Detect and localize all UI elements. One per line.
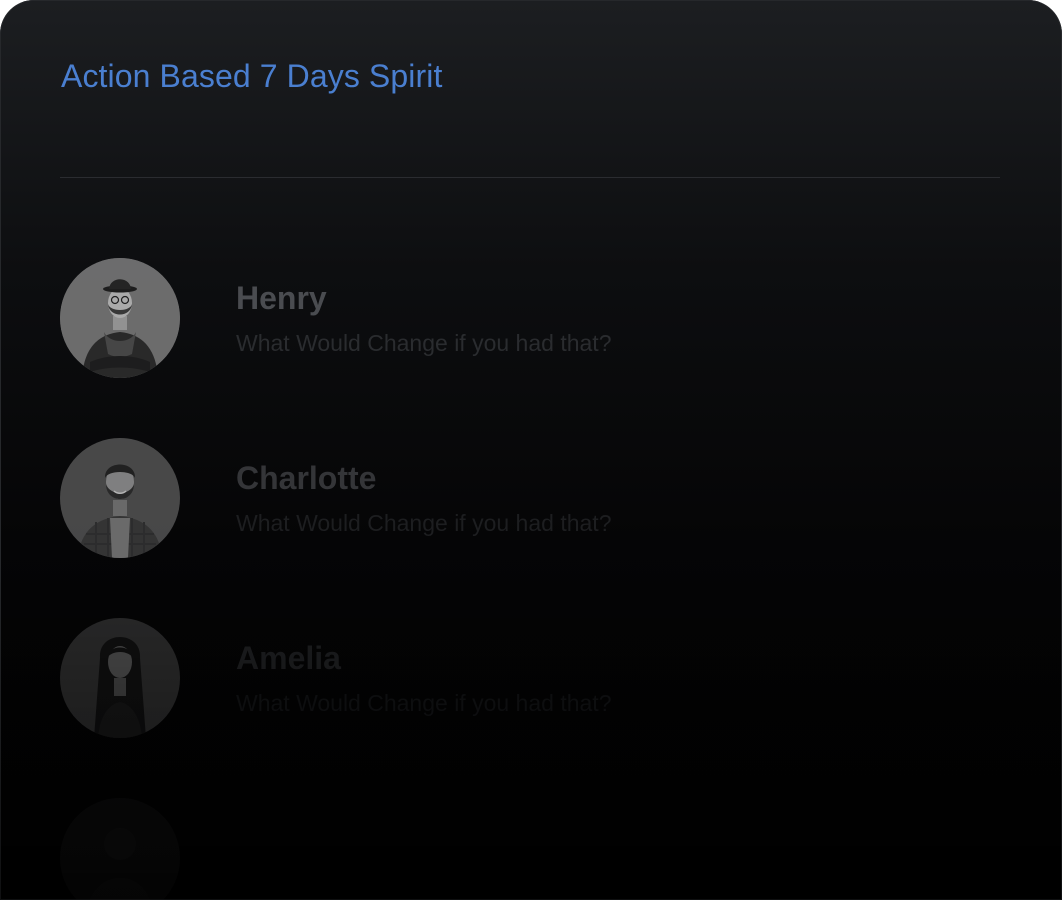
chat-item-faded[interactable] — [60, 798, 1000, 900]
avatar — [60, 798, 180, 900]
chat-item-message: What Would Change if you had that? — [236, 510, 612, 536]
chat-item-name: Amelia — [236, 640, 341, 676]
bearded-man-avatar-icon — [60, 438, 180, 558]
chat-item-name: Henry — [236, 280, 327, 316]
chat-item-name: Charlotte — [236, 460, 377, 496]
long-haired-woman-avatar-icon — [60, 618, 180, 738]
chat-item-message: What Would Change if you had that? — [236, 690, 612, 716]
chat-item-message: What Would Change if you had that? — [236, 330, 612, 356]
avatar — [60, 438, 180, 558]
chat-list-card: Action Based 7 Days Spirit Henry What Wo… — [0, 0, 1062, 900]
card-title: Action Based 7 Days Spirit — [61, 58, 443, 94]
title-divider — [60, 177, 1000, 178]
chat-item-charlotte[interactable]: Charlotte What Would Change if you had t… — [60, 438, 1000, 558]
man-with-hat-avatar-icon — [60, 258, 180, 378]
avatar — [60, 618, 180, 738]
person-avatar-icon — [60, 798, 180, 900]
chat-item-henry[interactable]: Henry What Would Change if you had that? — [60, 258, 1000, 378]
avatar — [60, 258, 180, 378]
chat-item-amelia[interactable]: Amelia What Would Change if you had that… — [60, 618, 1000, 738]
